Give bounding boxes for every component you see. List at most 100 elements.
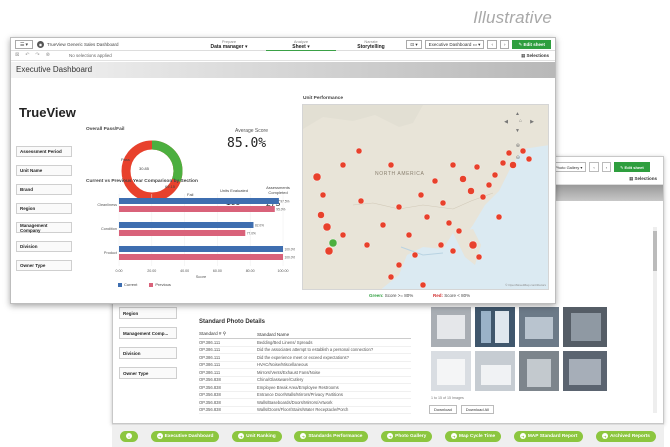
filter-unit-name[interactable]: Unit Name <box>16 165 72 176</box>
map-marker[interactable] <box>525 155 533 163</box>
column-standard-name[interactable]: Standard Name <box>257 332 411 337</box>
map-marker[interactable] <box>509 161 517 169</box>
nav-archived-reports[interactable]: ➜ Archived Reports <box>595 430 656 442</box>
bar-previous-cleanliness[interactable] <box>119 206 275 212</box>
selections-button[interactable]: ▦ Selections <box>521 53 549 59</box>
nav-standards-performance[interactable]: ➜ Standards Performance <box>294 430 369 442</box>
filter-assessment-period[interactable]: Assessment Period <box>16 146 72 157</box>
map-marker[interactable] <box>491 171 499 179</box>
bar-current-cleanliness[interactable] <box>119 198 279 204</box>
edit-sheet-button[interactable]: ✎ Edit sheet <box>512 40 551 49</box>
pan-right-icon[interactable]: ▶ <box>530 119 534 125</box>
map-marker[interactable] <box>339 161 347 169</box>
map-marker[interactable] <box>411 251 419 259</box>
column-standard-number[interactable]: Standard # ⚲ <box>199 331 257 337</box>
bar-previous-product[interactable] <box>119 254 283 260</box>
prev-sheet-button[interactable]: ‹ <box>589 162 599 172</box>
map-marker[interactable] <box>324 246 334 256</box>
menu-button[interactable]: ☰ ▾ <box>15 40 33 49</box>
map-canvas[interactable]: NORTH AMERICA <box>303 105 549 290</box>
map-marker[interactable] <box>449 161 457 169</box>
zoom-out-icon[interactable]: ⊖ <box>516 155 520 161</box>
map-marker[interactable] <box>479 193 487 201</box>
map-marker[interactable] <box>459 175 467 183</box>
map-marker[interactable] <box>395 203 403 211</box>
map-marker[interactable] <box>328 238 338 248</box>
map-marker[interactable] <box>439 199 447 207</box>
map-marker[interactable] <box>519 147 527 155</box>
filter-brand[interactable]: Brand <box>16 184 72 195</box>
map-marker[interactable] <box>495 213 503 221</box>
map-marker[interactable] <box>449 247 457 255</box>
bar-previous-condition[interactable] <box>119 230 246 236</box>
clear-selections-icon[interactable]: ⊗ <box>46 52 50 58</box>
table-row[interactable]: OP.356.838 China/Glassware/Cutlery <box>199 377 411 384</box>
tab-prepare[interactable]: Prepare Data manager ▾ <box>199 39 259 50</box>
sheet-select[interactable]: Executive Dashboard ▭ ▾ <box>424 40 485 49</box>
tab-narrate[interactable]: Narrate Storytelling <box>341 39 401 50</box>
zoom-in-icon[interactable]: ⊕ <box>516 143 520 149</box>
map-marker[interactable] <box>475 253 483 261</box>
filter-management-company[interactable]: Management Company <box>16 222 72 233</box>
map-marker[interactable] <box>339 231 347 239</box>
table-row[interactable]: OP.356.838 Entrance Door/Walls/Mirrors/Pr… <box>199 392 411 399</box>
gallery-sheet-select[interactable]: Photo Gallery ▾ <box>551 162 587 172</box>
pan-down-icon[interactable]: ▼ <box>515 128 520 134</box>
filter-division[interactable]: Division <box>16 241 72 252</box>
bookmark-button[interactable]: ⊡ ▾ <box>406 40 422 49</box>
table-row[interactable]: OP.356.838 Employee Break Area/Employee R… <box>199 384 411 392</box>
legend-current[interactable]: Current <box>118 282 137 287</box>
map-marker[interactable] <box>387 161 395 169</box>
map-marker[interactable] <box>485 181 493 189</box>
map-marker[interactable] <box>417 191 425 199</box>
map-marker[interactable] <box>468 240 478 250</box>
map-marker[interactable] <box>355 147 363 155</box>
map-marker[interactable] <box>455 227 463 235</box>
table-row[interactable]: OP.356.838 Walls/Baseboards/Doors/Mirrors… <box>199 399 411 407</box>
edit-sheet-button[interactable]: ✎ Edit sheet <box>614 162 650 172</box>
comparison-bar-chart[interactable]: Cleanliness 97.5% 95.0% Condition 82.0% 77.0%… <box>83 188 295 280</box>
map-marker[interactable] <box>317 211 325 219</box>
smart-search-icon[interactable]: ⊠ <box>15 52 19 58</box>
filter-region[interactable]: Region <box>119 307 177 319</box>
prev-sheet-button[interactable]: ‹ <box>487 40 497 49</box>
filter-owner-type[interactable]: Owner Type <box>16 260 72 271</box>
nav-executive-dashboard[interactable]: ➜ Executive Dashboard <box>150 430 220 442</box>
table-row[interactable]: OP.386.111 Did the experience meet or exc… <box>199 354 411 362</box>
nav-home-button[interactable]: ⌂ <box>120 430 138 442</box>
map-marker[interactable] <box>467 187 475 195</box>
scrollbar-thumb[interactable] <box>653 231 657 271</box>
pan-left-icon[interactable]: ◀ <box>504 119 508 125</box>
step-forward-icon[interactable]: ↷ <box>35 52 39 58</box>
table-row[interactable]: OP.386.111 Bedding/Bed Linens/ Spreads <box>199 339 411 347</box>
map-marker[interactable] <box>419 281 427 289</box>
map-marker[interactable] <box>505 149 513 157</box>
home-icon[interactable]: ⌂ <box>519 118 522 124</box>
legend-previous[interactable]: Previous <box>149 282 171 287</box>
filter-management-company[interactable]: Management Comp... <box>119 327 177 339</box>
map-marker[interactable] <box>357 197 365 205</box>
map-marker[interactable] <box>363 241 371 249</box>
map-marker[interactable] <box>445 219 453 227</box>
table-row[interactable]: OP.386.111 HVAC/Noise/Miscellaneous <box>199 362 411 369</box>
map-marker[interactable] <box>473 163 481 171</box>
unit-performance-map[interactable]: NORTH AMERICA ▲ ◀ ⌂ ▶ ▼ ⊕ ⊖ © OpenStreet… <box>302 104 549 290</box>
nav-map-standard-report[interactable]: ➜ MAP Standard Report <box>513 430 584 442</box>
table-row[interactable]: OP.386.111 Mirrors/Vents/Exhaust Fans/Noi… <box>199 369 411 377</box>
map-marker[interactable] <box>387 273 395 281</box>
map-marker[interactable] <box>319 191 327 199</box>
map-marker[interactable] <box>312 172 322 182</box>
map-marker[interactable] <box>405 231 413 239</box>
step-back-icon[interactable]: ↶ <box>25 52 29 58</box>
map-marker[interactable] <box>395 261 403 269</box>
filter-owner-type[interactable]: Owner Type <box>119 367 177 379</box>
map-marker[interactable] <box>431 177 439 185</box>
selections-button[interactable]: ▦ Selections <box>629 176 657 182</box>
filter-division[interactable]: Division <box>119 347 177 359</box>
map-marker[interactable] <box>322 222 332 232</box>
download-button[interactable]: Download <box>429 405 457 414</box>
back-scrollbar[interactable] <box>653 227 657 413</box>
pan-up-icon[interactable]: ▲ <box>515 111 520 117</box>
next-sheet-button[interactable]: › <box>499 40 510 49</box>
bar-current-product[interactable] <box>119 246 283 252</box>
